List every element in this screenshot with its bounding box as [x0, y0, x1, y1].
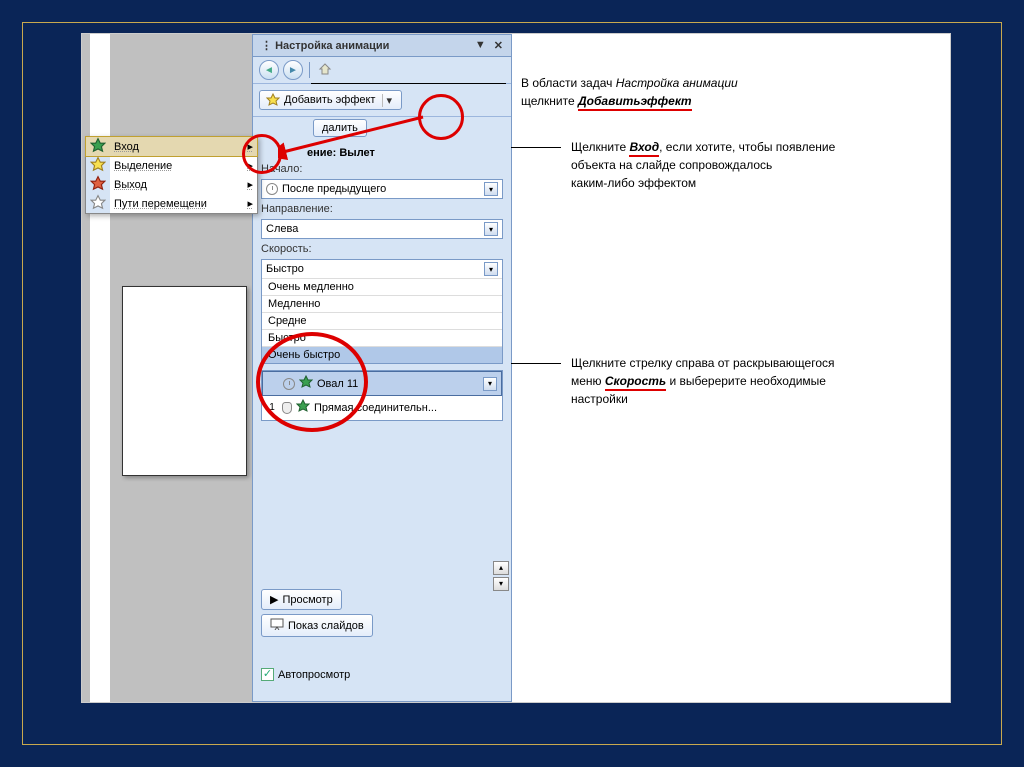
- menu-item-label: Вход: [114, 141, 139, 153]
- chevron-right-icon: ▸: [239, 140, 253, 153]
- star-icon: [266, 93, 280, 107]
- annot-text: Щелкните: [571, 140, 629, 154]
- nav-separator: [309, 62, 310, 78]
- pane-close-icon[interactable]: ✕: [494, 39, 503, 52]
- slideshow-button[interactable]: Показ слайдов: [261, 614, 373, 637]
- speed-option-selected[interactable]: Очень быстро: [262, 346, 502, 363]
- annot-text: Скорость: [605, 374, 666, 391]
- chevron-right-icon: ▸: [239, 178, 253, 191]
- annot-text: меню: [571, 374, 605, 388]
- chevron-down-icon[interactable]: ▾: [484, 182, 498, 196]
- pane-menu-icon[interactable]: ▼: [475, 39, 486, 52]
- effect-star-icon: [299, 375, 313, 392]
- effect-row-selected[interactable]: Овал 11 ▾: [262, 371, 502, 396]
- start-value: После предыдущего: [282, 183, 386, 195]
- menu-item-motion-paths[interactable]: Пути перемещени ▸: [86, 194, 257, 213]
- chevron-down-icon[interactable]: ▾: [382, 94, 395, 107]
- speed-option[interactable]: Очень медленно: [262, 278, 502, 295]
- effect-list: Овал 11 ▾ 1 Прямая соединительн...: [261, 370, 503, 421]
- speed-current: Быстро: [266, 263, 304, 275]
- chevron-right-icon: ▸: [239, 197, 253, 210]
- annot-text: объекта на слайде сопровождалось: [571, 158, 772, 172]
- nav-forward-icon[interactable]: ►: [283, 60, 303, 80]
- star-icon: [90, 175, 106, 194]
- slideshow-icon: [270, 618, 284, 633]
- left-margin: [90, 34, 110, 702]
- change-label: ение: Вылет: [253, 141, 511, 161]
- star-icon: [90, 137, 106, 156]
- menu-item-label: Выход: [114, 179, 147, 191]
- effect-label: Прямая соединительн...: [314, 402, 437, 414]
- slide-frame: ⋮ Настройка анимации ▼ ✕ ◄ ►: [22, 22, 1002, 745]
- mouse-icon: [282, 402, 292, 414]
- delete-row: далить: [253, 117, 511, 141]
- speed-label: Скорость:: [253, 241, 511, 257]
- speed-option[interactable]: Средне: [262, 312, 502, 329]
- annot-text: Настройка анимации: [616, 76, 738, 90]
- clock-icon: [266, 183, 278, 195]
- chevron-down-icon[interactable]: ▾: [483, 377, 497, 391]
- speed-option[interactable]: Медленно: [262, 295, 502, 312]
- menu-item-label: Выделение: [114, 160, 172, 172]
- chevron-right-icon: ▸: [239, 159, 253, 172]
- preview-label: Просмотр: [282, 594, 332, 606]
- annot-text: Вход: [629, 140, 659, 157]
- annot-text: В области задач: [521, 76, 616, 90]
- start-dropdown[interactable]: После предыдущего ▾: [261, 179, 503, 199]
- add-effect-button[interactable]: Добавить эффект ▾: [259, 90, 402, 110]
- direction-dropdown[interactable]: Слева ▾: [261, 219, 503, 239]
- annotation-2: Щелкните Вход, если хотите, чтобы появле…: [571, 138, 901, 192]
- effect-row[interactable]: 1 Прямая соединительн...: [262, 396, 502, 420]
- speed-dropdown-open[interactable]: Быстро ▾ Очень медленно Медленно Средне …: [261, 259, 503, 364]
- play-icon: ▶: [270, 593, 278, 606]
- move-up-icon[interactable]: ▴: [493, 561, 509, 575]
- checkbox-checked-icon: ✓: [261, 668, 274, 681]
- pane-toolbar: Добавить эффект ▾: [253, 84, 511, 117]
- screenshot-container: ⋮ Настройка анимации ▼ ✕ ◄ ►: [81, 33, 951, 703]
- slide-thumbnail[interactable]: [122, 286, 247, 476]
- annot-text: настройки: [571, 392, 628, 406]
- menu-item-emphasis[interactable]: Выделение ▸: [86, 156, 257, 175]
- direction-value: Слева: [266, 223, 298, 235]
- pane-title: Настройка анимации: [275, 40, 389, 52]
- footer-buttons: ▶ Просмотр Показ слайдов: [261, 589, 505, 641]
- annot-text: щелкните: [521, 94, 578, 108]
- chevron-down-icon[interactable]: ▾: [484, 262, 498, 276]
- autopreview-checkbox[interactable]: ✓ Автопросмотр: [261, 668, 350, 681]
- clock-icon: [283, 378, 295, 390]
- autopreview-label: Автопросмотр: [278, 669, 350, 681]
- menu-item-entrance[interactable]: Вход ▸: [85, 136, 258, 157]
- star-icon: [90, 194, 106, 213]
- delete-button[interactable]: далить: [313, 119, 367, 137]
- annotation-3: Щелкните стрелку справа от раскрывающего…: [571, 354, 921, 408]
- annot-text: и выберерите необходимые: [666, 374, 826, 388]
- effect-context-menu: Вход ▸ Выделение ▸ Выход ▸: [85, 136, 258, 214]
- menu-item-label: Пути перемещени: [114, 198, 207, 210]
- menu-item-exit[interactable]: Выход ▸: [86, 175, 257, 194]
- slideshow-label: Показ слайдов: [288, 620, 364, 632]
- star-icon: [90, 156, 106, 175]
- home-icon[interactable]: [316, 60, 334, 78]
- effect-index: 1: [266, 402, 278, 413]
- effect-star-icon: [296, 399, 310, 416]
- annotation-1: В области задач Настройка анимации щелкн…: [521, 74, 861, 110]
- annot-text: , если хотите, чтобы появление: [659, 140, 835, 154]
- annot-text: Щелкните стрелку справа от раскрывающего…: [571, 356, 834, 370]
- animation-task-pane: ⋮ Настройка анимации ▼ ✕ ◄ ►: [252, 34, 512, 702]
- nav-back-icon[interactable]: ◄: [259, 60, 279, 80]
- add-effect-label: Добавить эффект: [284, 94, 375, 106]
- start-label: Начало:: [253, 161, 511, 177]
- effect-label: Овал 11: [317, 378, 358, 390]
- direction-label: Направление:: [253, 201, 511, 217]
- chevron-down-icon[interactable]: ▾: [484, 222, 498, 236]
- speed-option[interactable]: Быстро: [262, 329, 502, 346]
- pane-header: ⋮ Настройка анимации ▼ ✕: [253, 35, 511, 57]
- annot-text: Добавитьэффект: [578, 94, 692, 111]
- annot-text: каким-либо эффектом: [571, 176, 696, 190]
- preview-button[interactable]: ▶ Просмотр: [261, 589, 342, 610]
- nav-row: ◄ ►: [253, 57, 511, 84]
